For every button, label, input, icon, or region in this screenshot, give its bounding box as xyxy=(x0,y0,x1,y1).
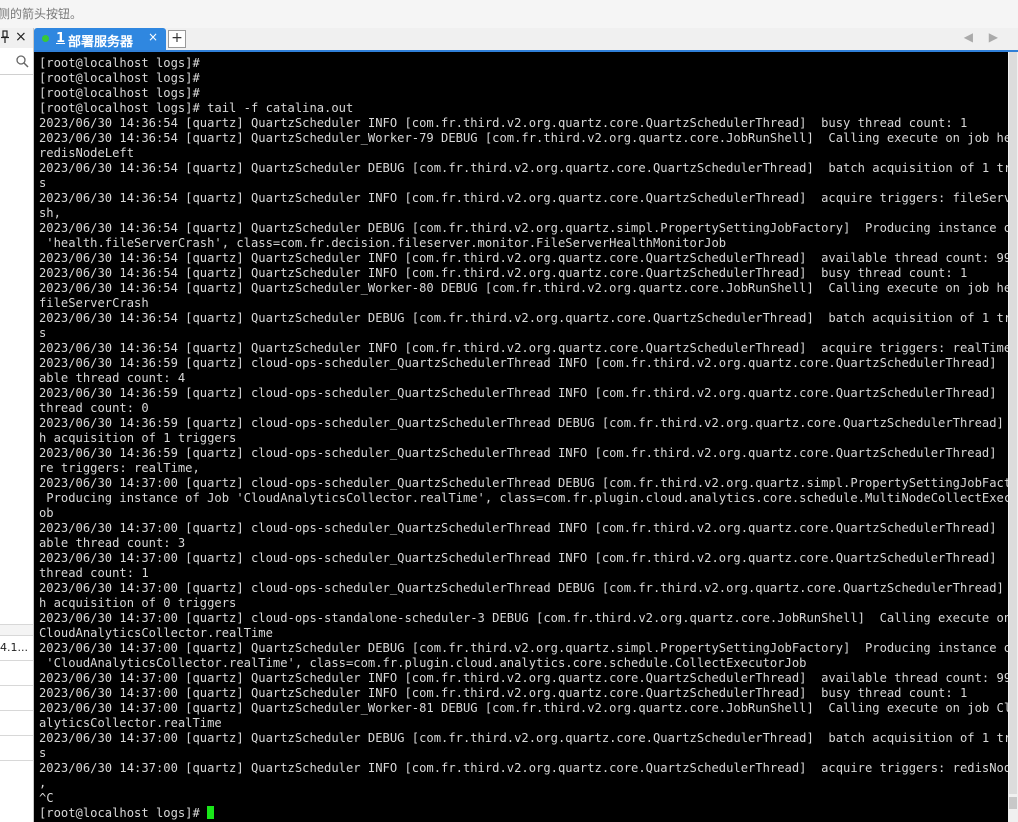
tab-close-icon[interactable]: × xyxy=(148,30,158,44)
terminal-line: 2023/06/30 14:37:00 [quartz] cloud-ops-s… xyxy=(39,521,1008,535)
add-tab-button[interactable]: + xyxy=(168,30,186,48)
terminal-line: redisNodeLeft xyxy=(39,146,135,160)
terminal-line: 2023/06/30 14:36:54 [quartz] QuartzSched… xyxy=(39,341,1008,355)
terminal-line: 2023/06/30 14:36:54 [quartz] QuartzSched… xyxy=(39,116,968,130)
list-item[interactable] xyxy=(0,686,33,711)
scroll-down-arrow-icon[interactable] xyxy=(1009,797,1017,809)
terminal-line: fileServerCrash xyxy=(39,296,149,310)
terminal-prompt-line: [root@localhost logs]# xyxy=(39,806,1008,821)
list-item[interactable] xyxy=(0,624,33,636)
terminal-line: ob xyxy=(39,506,54,520)
terminal-line: 2023/06/30 14:36:54 [quartz] QuartzSched… xyxy=(39,311,1008,325)
terminal-line: Producing instance of Job 'CloudAnalytic… xyxy=(39,491,1008,505)
tab-number: 1 xyxy=(56,31,66,46)
terminal-output[interactable]: [root@localhost logs]# [root@localhost lo… xyxy=(34,52,1008,822)
terminal-line: [root@localhost logs]# xyxy=(39,86,200,100)
terminal-line: 'health.fileServerCrash', class=com.fr.d… xyxy=(39,236,727,250)
terminal-line: 2023/06/30 14:36:54 [quartz] QuartzSched… xyxy=(39,191,1008,205)
terminal-line: 2023/06/30 14:36:54 [quartz] QuartzSched… xyxy=(39,221,1008,235)
shell-prompt: [root@localhost logs]# xyxy=(39,806,208,820)
terminal-line: h acquisition of 0 triggers xyxy=(39,596,237,610)
terminal-line: 2023/06/30 14:37:00 [quartz] cloud-ops-s… xyxy=(39,581,1008,595)
pin-icon[interactable] xyxy=(0,30,10,47)
sidebar-toolbar: × xyxy=(0,28,33,48)
terminal-line: 2023/06/30 14:36:59 [quartz] cloud-ops-s… xyxy=(39,446,1008,460)
hint-text: 侧的箭头按钮。 xyxy=(0,7,83,21)
terminal-line: 2023/06/30 14:37:00 [quartz] QuartzSched… xyxy=(39,671,1008,685)
terminal-line: 2023/06/30 14:36:59 [quartz] cloud-ops-s… xyxy=(39,386,1008,400)
terminal-line: 2023/06/30 14:37:00 [quartz] QuartzSched… xyxy=(39,701,1008,715)
list-item[interactable] xyxy=(0,736,33,761)
terminal-line: thread count: 1 xyxy=(39,566,149,580)
terminal-line: s xyxy=(39,326,47,340)
terminal-line: 2023/06/30 14:36:54 [quartz] QuartzSched… xyxy=(39,251,1008,265)
terminal-line: alyticsCollector.realTime xyxy=(39,716,222,730)
tab-strip: 1 部署服务器 × + ◀ ▶ xyxy=(34,28,1018,52)
terminal-line: 2023/06/30 14:37:00 [quartz] QuartzSched… xyxy=(39,686,968,700)
terminal-line: sh, xyxy=(39,206,61,220)
terminal-line: , xyxy=(39,776,47,790)
terminal-line: s xyxy=(39,746,47,760)
connected-status-icon xyxy=(42,35,49,42)
list-item[interactable]: 4.1... xyxy=(0,636,33,661)
session-list: 4.1... xyxy=(0,624,33,761)
terminal-line: 2023/06/30 14:36:54 [quartz] QuartzSched… xyxy=(39,161,1008,175)
terminal-line: 'CloudAnalyticsCollector.realTime', clas… xyxy=(39,656,807,670)
hint-bar: 侧的箭头按钮。 xyxy=(0,0,1018,28)
list-item[interactable] xyxy=(0,661,33,686)
terminal-line: able thread count: 3 xyxy=(39,536,186,550)
terminal-line: h acquisition of 1 triggers xyxy=(39,431,237,445)
terminal-line: [root@localhost logs]# xyxy=(39,56,200,70)
terminal-cursor xyxy=(207,806,215,819)
session-sidebar: × 4.1... xyxy=(0,28,34,822)
terminal-scrollbar[interactable] xyxy=(1008,52,1018,822)
terminal-line: re triggers: realTime, xyxy=(39,461,200,475)
terminal-line: 2023/06/30 14:37:00 [quartz] QuartzSched… xyxy=(39,761,1008,775)
terminal-line: 2023/06/30 14:37:00 [quartz] cloud-ops-s… xyxy=(39,611,1008,625)
terminal-line: 2023/06/30 14:37:00 [quartz] QuartzSched… xyxy=(39,731,1008,745)
terminal-line: able thread count: 4 xyxy=(39,371,186,385)
terminal-line: CloudAnalyticsCollector.realTime xyxy=(39,626,273,640)
list-item[interactable] xyxy=(0,711,33,736)
tab-nav-arrows[interactable]: ◀ ▶ xyxy=(964,30,1004,44)
terminal-line: [root@localhost logs]# xyxy=(39,71,200,85)
search-icon[interactable] xyxy=(16,55,29,72)
sidebar-search[interactable] xyxy=(0,52,33,75)
terminal-line: ^C xyxy=(39,791,54,805)
terminal-line: thread count: 0 xyxy=(39,401,149,415)
scrollbar-thumb[interactable] xyxy=(1009,52,1017,794)
tab-label: 部署服务器 xyxy=(68,35,134,50)
terminal-line: s xyxy=(39,176,47,190)
terminal-line: 2023/06/30 14:37:00 [quartz] cloud-ops-s… xyxy=(39,551,1008,565)
terminal-line: 2023/06/30 14:37:00 [quartz] cloud-ops-s… xyxy=(39,476,1008,490)
terminal-line: 2023/06/30 14:36:54 [quartz] QuartzSched… xyxy=(39,131,1008,145)
terminal-line: 2023/06/30 14:36:54 [quartz] QuartzSched… xyxy=(39,281,1008,295)
terminal-line: [root@localhost logs]# tail -f catalina.… xyxy=(39,101,354,115)
terminal-line: 2023/06/30 14:36:59 [quartz] cloud-ops-s… xyxy=(39,416,1008,430)
terminal-line: 2023/06/30 14:36:54 [quartz] QuartzSched… xyxy=(39,266,968,280)
terminal-line: 2023/06/30 14:36:59 [quartz] cloud-ops-s… xyxy=(39,356,1008,370)
tab-session-1[interactable]: 1 部署服务器 × xyxy=(34,28,166,50)
sidebar-close-icon[interactable]: × xyxy=(15,29,27,45)
terminal-line: 2023/06/30 14:37:00 [quartz] QuartzSched… xyxy=(39,641,1008,655)
